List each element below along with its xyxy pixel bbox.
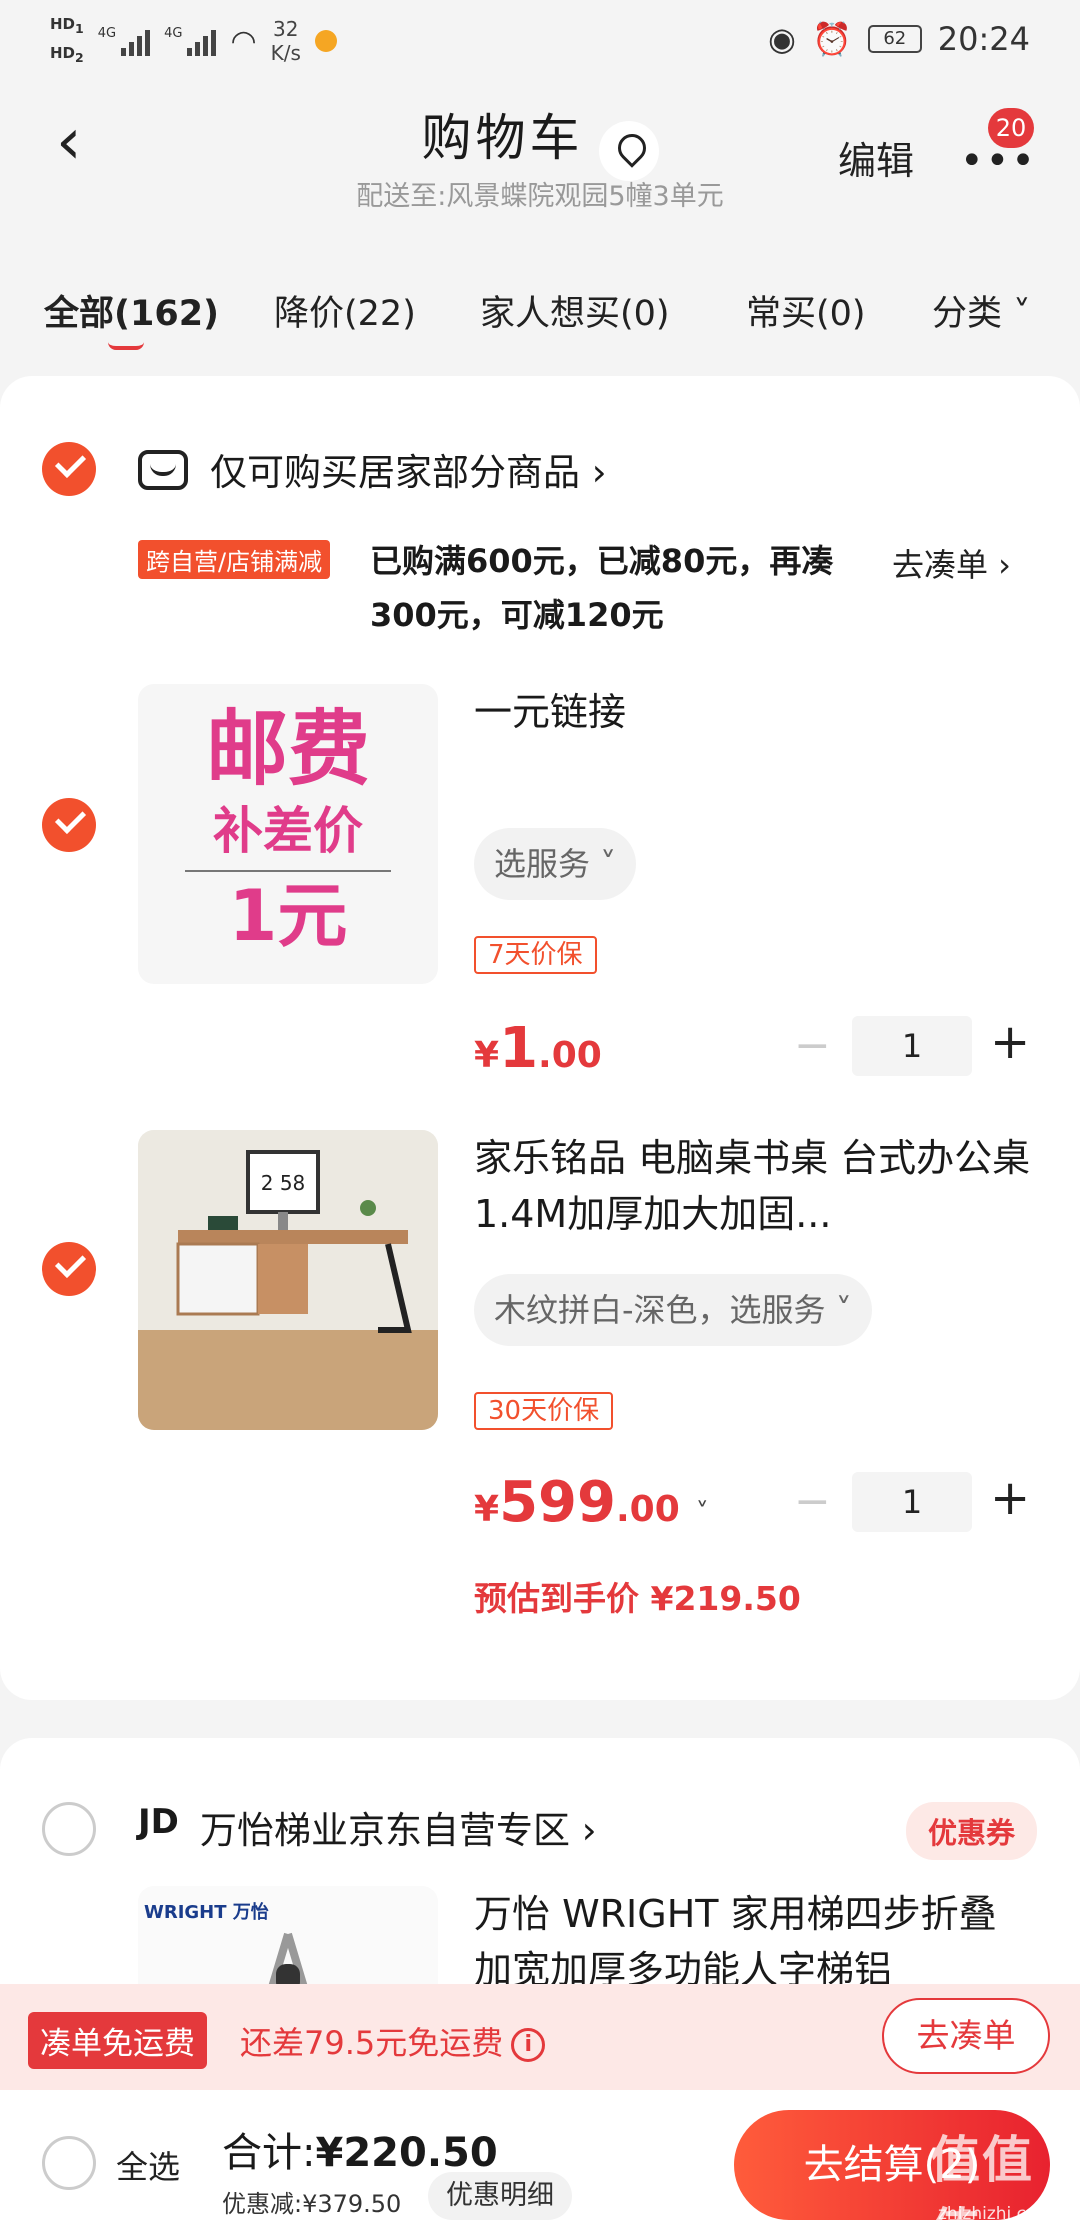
app-notification-icon xyxy=(314,30,337,52)
network-speed: 32 K/s xyxy=(270,17,301,65)
product-price: ¥1.00 xyxy=(474,1016,602,1081)
product-name[interactable]: 家乐铭品 电脑桌书桌 台式办公桌1.4M加厚加大加固... xyxy=(474,1130,1034,1242)
status-bar: HD1 HD2 4G 4G ◠ 32 K/s ◉ ⏰ 62 20:24 xyxy=(0,0,1080,80)
hd-2-indicator: HD2 xyxy=(50,44,84,65)
product-image[interactable]: 邮费 补差价 1元 xyxy=(138,684,438,984)
store-checkbox[interactable] xyxy=(42,442,96,496)
status-left: HD1 HD2 4G 4G ◠ 32 K/s xyxy=(50,12,337,70)
estimated-price: 预估到手价 ¥219.50 xyxy=(474,1579,801,1618)
hd-1-indicator: HD1 xyxy=(50,15,84,36)
chevron-down-icon: ˅ xyxy=(695,1498,709,1528)
watermark-site: zhizhizhi.com xyxy=(938,2204,1053,2224)
total-price: 合计:¥220.50 xyxy=(222,2130,498,2176)
hd-indicators: HD1 HD2 xyxy=(50,12,84,70)
price-guarantee-badge: 7天价保 xyxy=(474,936,597,974)
cart-header: ‹ 购物车 配送至:风景蝶院观园5幢3单元 编辑 ••• 20 xyxy=(0,80,1080,220)
store-name[interactable]: 万怡梯业京东自营专区 › xyxy=(200,1800,597,1854)
store-checkbox[interactable] xyxy=(42,1802,96,1856)
monitor-clock: 2 58 xyxy=(261,1171,306,1195)
decrease-quantity-button[interactable]: − xyxy=(794,1476,831,1527)
store-name[interactable]: 仅可购买居家部分商品 › xyxy=(210,442,607,496)
battery-icon: 62 xyxy=(867,25,922,53)
quantity-stepper[interactable]: 1 xyxy=(852,1472,972,1532)
cart-tabs: 全部(162) 降价(22) 家人想买(0) 常买(0) 分类 ˅ xyxy=(0,270,1080,350)
eye-icon: ◉ xyxy=(768,20,796,58)
product-name[interactable]: 万怡 WRIGHT 家用梯四步折叠加宽加厚多功能人字梯铝 xyxy=(474,1886,1034,1998)
status-right: ◉ ⏰ 62 20:24 xyxy=(768,20,1030,58)
add-more-link[interactable]: 去凑单 › xyxy=(892,540,1011,586)
free-shipping-text: 还差79.5元免运费 i xyxy=(240,2018,546,2064)
price-guarantee-badge: 30天价保 xyxy=(474,1392,614,1430)
thumb-divider xyxy=(185,870,391,872)
desk-illustration: 2 58 xyxy=(138,1130,438,1430)
wifi-icon: ◠ xyxy=(230,23,257,59)
page-title: 购物车 xyxy=(421,109,584,167)
free-shipping-tag: 凑单免运费 xyxy=(28,2012,207,2069)
add-more-button[interactable]: 去凑单 xyxy=(882,1998,1050,2074)
delivery-address[interactable]: 配送至:风景蝶院观园5幢3单元 xyxy=(0,174,1080,213)
tab-frequent[interactable]: 常买(0) xyxy=(746,285,866,336)
tab-category[interactable]: 分类 ˅ xyxy=(932,285,1031,336)
edit-button[interactable]: 编辑 xyxy=(838,130,914,185)
store-card: 仅可购买居家部分商品 › 跨自营/店铺满减 已购满600元，已减80元，再凑30… xyxy=(0,376,1080,1700)
discount-detail-button[interactable]: 优惠明细 xyxy=(428,2172,572,2220)
tab-all[interactable]: 全部(162) xyxy=(44,285,219,336)
clock: 20:24 xyxy=(937,20,1030,58)
message-badge: 20 xyxy=(988,108,1034,148)
promo-text: 已购满600元，已减80元，再凑300元，可减120元 xyxy=(370,542,834,634)
thumb-text-line2: 补差价 xyxy=(213,802,363,860)
tab-family-wants[interactable]: 家人想买(0) xyxy=(480,285,670,336)
active-tab-indicator xyxy=(108,342,144,350)
decrease-quantity-button[interactable]: − xyxy=(794,1020,831,1071)
thumb-text-line1: 邮费 xyxy=(205,702,370,797)
title-row: 购物车 xyxy=(0,98,1080,181)
promo-tag: 跨自营/店铺满减 xyxy=(138,540,331,579)
item-checkbox[interactable] xyxy=(42,1242,96,1296)
item-checkbox[interactable] xyxy=(42,798,96,852)
thumb-logo: WRIGHT 万怡 xyxy=(144,1902,269,1923)
product-image[interactable]: 2 58 xyxy=(138,1130,438,1430)
store-icon xyxy=(138,450,188,490)
select-all-checkbox[interactable] xyxy=(42,2136,96,2190)
location-pin-icon[interactable] xyxy=(598,120,659,181)
jd-logo: JD xyxy=(138,1802,179,1842)
service-selector[interactable]: 选服务 ˅ xyxy=(474,828,637,900)
info-icon[interactable]: i xyxy=(511,2028,546,2062)
service-selector[interactable]: 木纹拼白-深色，选服务 ˅ xyxy=(474,1274,872,1346)
product-name[interactable]: 一元链接 xyxy=(474,684,1034,740)
signal-icon: 4G xyxy=(164,26,217,56)
product-price[interactable]: ¥599.00 ˅ xyxy=(474,1470,709,1535)
increase-quantity-button[interactable]: + xyxy=(990,1014,1030,1070)
free-shipping-bar: 凑单免运费 还差79.5元免运费 i 去凑单 xyxy=(0,1984,1080,2090)
thumb-text-line3: 1元 xyxy=(228,875,348,957)
alarm-icon: ⏰ xyxy=(811,20,852,58)
coupon-button[interactable]: 优惠券 xyxy=(906,1802,1038,1860)
increase-quantity-button[interactable]: + xyxy=(990,1470,1030,1526)
tab-price-drop[interactable]: 降价(22) xyxy=(274,285,416,336)
select-all-label[interactable]: 全选 xyxy=(116,2142,180,2188)
checkout-bar: 全选 合计:¥220.50 优惠减:¥379.50 优惠明细 去结算(2) xyxy=(0,2090,1080,2240)
discount-amount: 优惠减:¥379.50 xyxy=(222,2190,402,2218)
signal-icon: 4G xyxy=(98,26,151,56)
quantity-stepper[interactable]: 1 xyxy=(852,1016,972,1076)
